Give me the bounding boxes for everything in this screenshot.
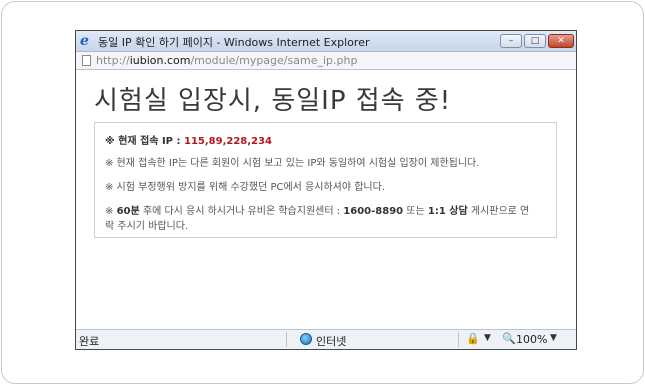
current-ip-value: 115,89,228,234 xyxy=(183,136,272,147)
title-bar[interactable]: e 동일 IP 확인 하기 페이지 - Windows Internet Exp… xyxy=(76,31,576,52)
page-content: 시험실 입장시, 동일IP 접속 중! ※ 현재 접속 IP : 115,89,… xyxy=(76,70,576,329)
address-url[interactable]: http://iubion.com/module/mypage/same_ip.… xyxy=(96,54,357,67)
notice-use-pc: ※ 시험 부정행위 방지를 위해 수강했던 PC에서 응시하셔야 합니다. xyxy=(105,182,385,193)
current-ip-label: ※ 현재 접속 IP : xyxy=(105,136,184,147)
notice-contact-text2: 또는 xyxy=(403,206,428,217)
notice-contact-text3: 게시판으로 연 xyxy=(467,206,530,217)
address-bar[interactable]: http://iubion.com/module/mypage/same_ip.… xyxy=(76,52,576,70)
notice-contact-end: 락 주시기 바랍니다. xyxy=(105,221,189,232)
url-domain: iubion.com xyxy=(129,54,191,67)
notice-contact-phone: 1600-8890 xyxy=(343,206,404,217)
notice-contact-time: 60분 xyxy=(116,206,140,217)
notice-contact: ※ 60분 후에 다시 응시 하시거나 유비온 학습지원센터 : 1600-88… xyxy=(105,202,529,217)
protected-mode-icon[interactable]: 🔒 xyxy=(466,332,480,345)
zoom-icon[interactable]: 🔍 xyxy=(502,332,516,345)
notice-same-ip: ※ 현재 접속한 IP는 다른 회원이 시험 보고 있는 IP와 동일하여 시험… xyxy=(105,158,480,169)
url-path: /module/mypage/same_ip.php xyxy=(190,54,358,67)
globe-icon xyxy=(300,333,312,345)
window-title: 동일 IP 확인 하기 페이지 - Windows Internet Explo… xyxy=(98,36,370,49)
page-headline: 시험실 입장시, 동일IP 접속 중! xyxy=(94,86,452,116)
notice-box: ※ 현재 접속 IP : 115,89,228,234 ※ 현재 접속한 IP는… xyxy=(94,122,557,238)
status-bar: 완료 인터넷 🔒 ▼ 🔍 100% ▼ xyxy=(76,329,576,349)
security-zone: 인터넷 xyxy=(316,335,347,348)
chevron-down-icon[interactable]: ▼ xyxy=(484,333,491,343)
current-ip-line: ※ 현재 접속 IP : 115,89,228,234 xyxy=(105,132,272,147)
status-text: 완료 xyxy=(79,335,100,348)
url-prefix: http:// xyxy=(96,54,130,67)
maximize-button[interactable]: □ xyxy=(524,34,546,48)
ie-logo-icon: e xyxy=(80,33,89,49)
notice-contact-mark: ※ xyxy=(105,206,117,217)
minimize-button[interactable]: – xyxy=(500,34,522,48)
status-separator xyxy=(286,332,287,347)
notice-contact-board: 1:1 상담 xyxy=(427,206,468,217)
zoom-level[interactable]: 100% xyxy=(516,333,547,346)
notice-contact-text1: 후에 다시 응시 하시거나 유비온 학습지원센터 : xyxy=(139,206,344,217)
page-icon xyxy=(82,55,91,66)
status-separator xyxy=(458,332,459,347)
browser-window: e 동일 IP 확인 하기 페이지 - Windows Internet Exp… xyxy=(75,30,577,350)
chevron-down-icon[interactable]: ▼ xyxy=(550,333,557,343)
close-button[interactable]: ✕ xyxy=(548,34,574,48)
